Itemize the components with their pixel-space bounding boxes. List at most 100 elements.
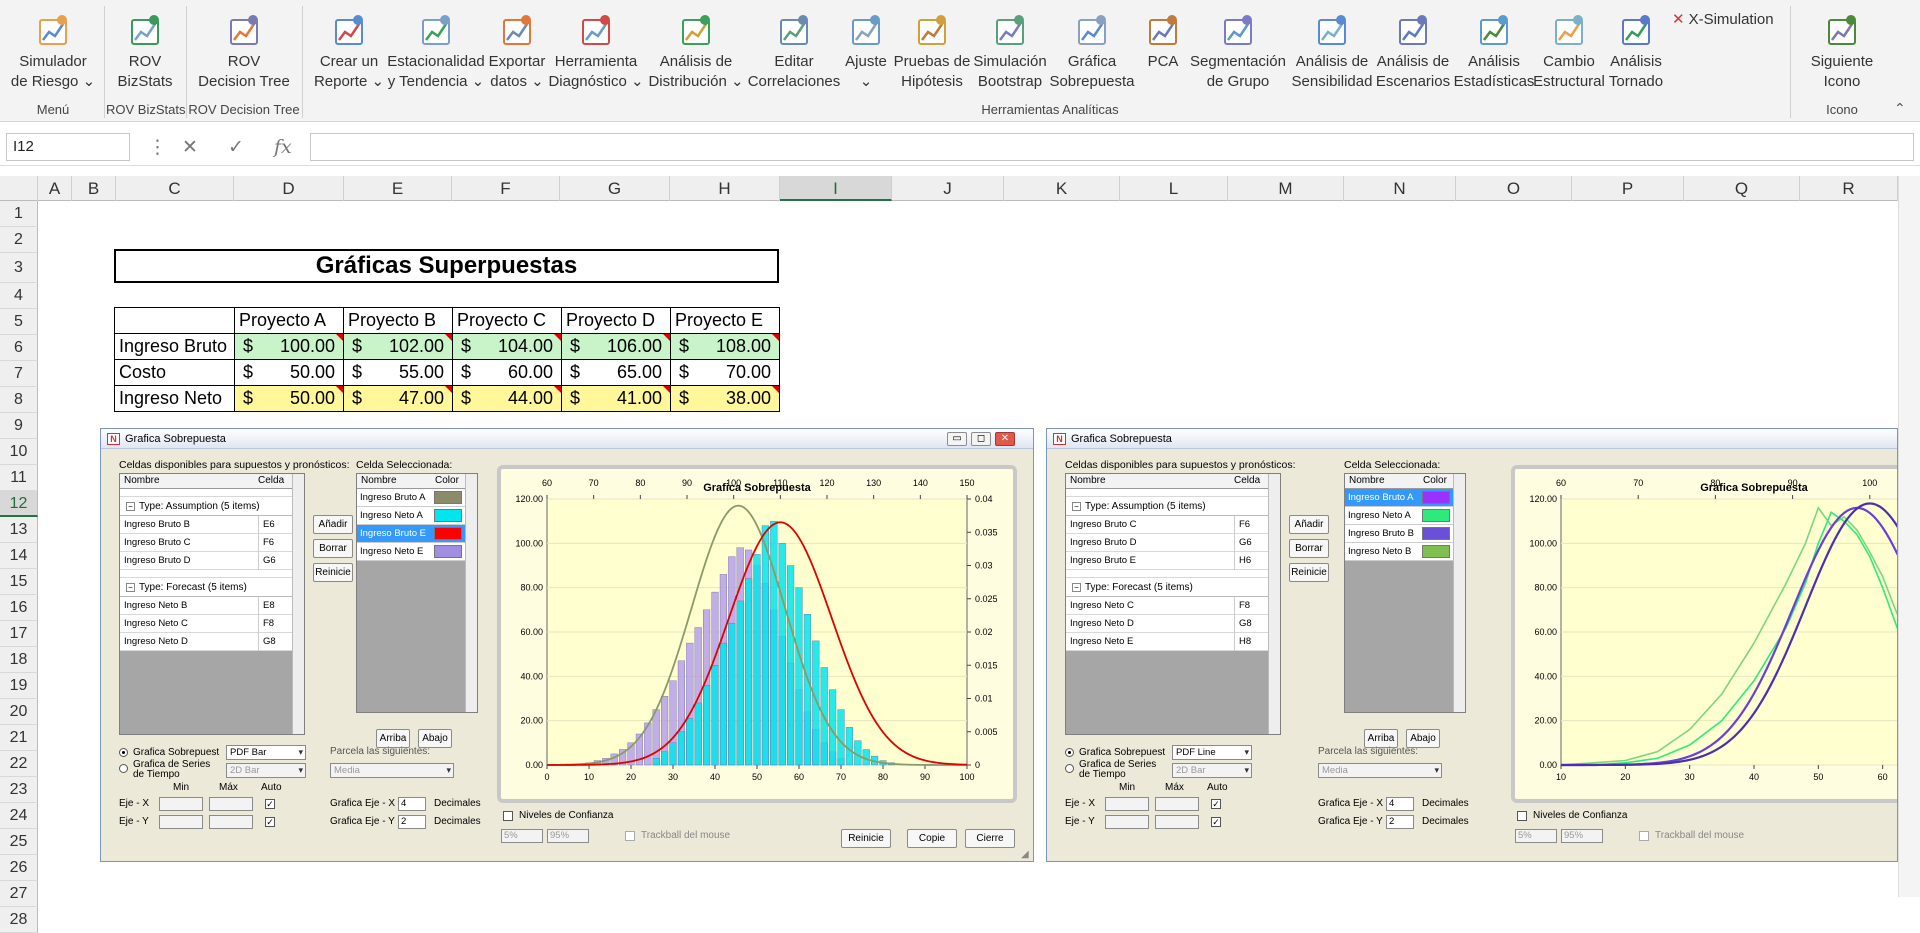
row-header[interactable]: 10 [0,439,38,465]
color-swatch[interactable] [1422,509,1450,522]
value-cell[interactable]: $50.00 [234,359,344,386]
y-min-input[interactable] [1105,815,1149,829]
list-item[interactable]: Ingreso Bruto C F6 [1066,516,1280,534]
value-cell[interactable]: $102.00 [343,333,453,360]
list-item[interactable]: Ingreso Bruto D G6 [120,552,304,570]
herramienta-diagnostico-button[interactable]: Herramienta Diagnóstico ⌄ [548,8,644,92]
row-header[interactable]: 18 [0,647,38,673]
column-header[interactable]: M [1228,176,1344,201]
overlay-dialog-1[interactable]: N Grafica Sobrepuesta ▭ ◻ ✕ Celdas disponible… [100,428,1034,862]
list-group[interactable]: − Type: Forecast (5 items) [1066,578,1280,597]
reset-list-button[interactable]: Reinicie [1289,563,1329,582]
table-header-cell[interactable]: Proyecto B [343,307,453,334]
row-header[interactable]: 17 [0,621,38,647]
selected-cells-list[interactable]: Nombre Color Ingreso Bruto A Ingreso Neto A… [356,473,478,713]
list-scrollbar[interactable] [292,474,304,734]
segmentacion-grupo-button[interactable]: Segmentación de Grupo [1188,8,1288,92]
col-nombre[interactable]: Nombre [361,475,397,486]
confidence-low-input[interactable]: 5% [501,829,543,843]
minimize-button[interactable]: ▭ [947,432,967,446]
row-header[interactable]: 26 [0,855,38,881]
col-celda[interactable]: Celda [258,475,284,486]
color-swatch[interactable] [434,545,462,558]
list-item[interactable]: Ingreso Bruto C F6 [120,534,304,552]
grafica-sobrepuesta-button[interactable]: Gráfica Sobrepuesta [1049,8,1135,92]
exportar-datos-button[interactable]: Exportar datos ⌄ [486,8,548,92]
row-header[interactable]: 15 [0,569,38,595]
analisis-tornado-button[interactable]: Análisis Tornado [1606,8,1666,92]
timeseries-radio[interactable] [119,764,128,773]
col-celda[interactable]: Celda [1234,475,1260,486]
color-swatch[interactable] [1422,545,1450,558]
value-cell[interactable]: $50.00 [234,385,344,412]
list-item[interactable] [1066,489,1280,497]
column-header[interactable]: L [1120,176,1228,201]
column-header[interactable]: E [344,176,452,201]
table-header-cell[interactable]: Proyecto C [452,307,562,334]
dialog-titlebar[interactable]: N Grafica Sobrepuesta ▭ ◻ ✕ [101,429,1033,449]
editar-correlaciones-button[interactable]: Editar Correlaciones [746,8,842,92]
select-all-corner[interactable] [0,176,38,201]
row-header[interactable]: 27 [0,881,38,907]
insert-function-icon[interactable]: fx [274,136,292,158]
cancel-icon[interactable]: ✕ [182,136,198,159]
list-item[interactable]: Ingreso Bruto E H6 [1066,552,1280,570]
column-header[interactable]: G [560,176,670,201]
row-header[interactable]: 25 [0,829,38,855]
simulacion-bootstrap-button[interactable]: Simulación Bootstrap [971,8,1049,92]
y-auto-checkbox[interactable]: ✓ [1211,817,1221,827]
value-cell[interactable]: $108.00 [670,333,780,360]
value-cell[interactable]: $41.00 [561,385,671,412]
selected-item[interactable]: Ingreso Neto A [357,507,477,525]
resize-grip-icon[interactable]: ◢ [1021,849,1029,860]
column-header[interactable]: A [38,176,72,201]
overlay-dialog-2[interactable]: N Grafica Sobrepuesta Celdas disponibles p… [1046,428,1898,862]
row-header[interactable]: 9 [0,413,38,439]
collapse-icon[interactable]: − [1072,582,1081,592]
column-header[interactable]: B [72,176,116,201]
y-decimals-input[interactable]: 2 [398,815,426,829]
value-cell[interactable]: $106.00 [561,333,671,360]
selected-item[interactable]: Ingreso Bruto A [1345,489,1465,507]
list-item[interactable]: Ingreso Neto C F8 [1066,597,1280,615]
selected-item[interactable]: Ingreso Neto E [357,543,477,561]
list-item[interactable]: Ingreso Neto D G8 [120,633,304,651]
collapse-icon[interactable]: − [1072,501,1081,511]
analisis-distribucion-button[interactable]: Análisis de Distribución ⌄ [648,8,744,92]
row-header[interactable]: 22 [0,751,38,777]
table-header-cell[interactable]: Proyecto D [561,307,671,334]
chart-type-select[interactable]: PDF Bar [226,745,306,760]
list-group[interactable]: − Type: Forecast (5 items) [120,578,304,597]
value-cell[interactable]: $104.00 [452,333,562,360]
row-header[interactable]: 11 [0,465,38,491]
enter-icon[interactable]: ✓ [228,136,244,159]
selected-item[interactable]: Ingreso Bruto E [357,525,477,543]
overlay-radio[interactable] [119,748,128,757]
row-header[interactable]: 12 [0,491,38,517]
list-scrollbar[interactable] [465,474,477,712]
y-max-input[interactable] [1155,815,1199,829]
sheet-title[interactable]: Gráficas Superpuestas [114,249,779,283]
x-max-input[interactable] [1155,797,1199,811]
ajuste-button[interactable]: Ajuste ⌄ [842,8,890,92]
confidence-high-input[interactable]: 95% [547,829,589,843]
selected-item[interactable]: Ingreso Neto B [1345,543,1465,561]
analisis-escenarios-button[interactable]: Análisis de Escenarios [1374,8,1452,92]
row-header[interactable]: 20 [0,699,38,725]
simulador-riesgo-button[interactable]: Simulador de Riesgo ⌄ [8,8,98,92]
pruebas-hipotesis-button[interactable]: Pruebas de Hipótesis [893,8,971,92]
row-header[interactable]: 13 [0,517,38,543]
row-header[interactable]: 3 [0,253,38,283]
col-color[interactable]: Color [1423,475,1447,486]
color-swatch[interactable] [434,491,462,504]
pca-button[interactable]: PCA [1143,8,1183,72]
value-cell[interactable]: $44.00 [452,385,562,412]
column-header[interactable]: J [892,176,1004,201]
x-auto-checkbox[interactable]: ✓ [265,799,275,809]
confidence-low-input[interactable]: 5% [1515,829,1557,843]
list-group[interactable]: − Type: Assumption (5 items) [1066,497,1280,516]
row-header[interactable]: 7 [0,361,38,387]
col-nombre[interactable]: Nombre [1070,475,1106,486]
parcela-select[interactable]: Media [1318,763,1442,778]
row-header[interactable]: 6 [0,335,38,361]
